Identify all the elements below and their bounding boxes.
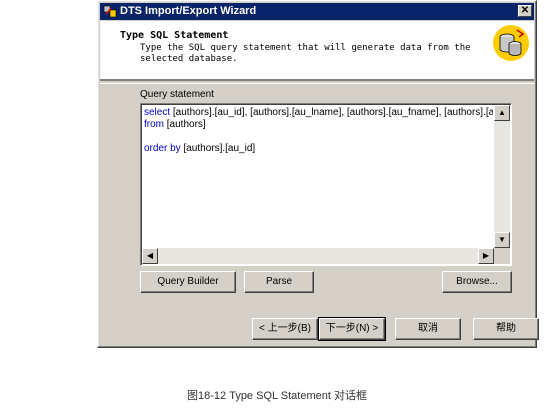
browse-button[interactable]: Browse... xyxy=(442,271,512,293)
page-description: Type the SQL query statement that will g… xyxy=(140,43,480,65)
sql-text-segment: [authors].[au_id], [authors].[au_lname],… xyxy=(170,107,493,118)
sql-keyword: from xyxy=(144,119,164,130)
sql-text[interactable]: select [authors].[au_id], [authors].[au_… xyxy=(144,107,493,247)
page-title: Type SQL Statement xyxy=(120,30,229,41)
horizontal-scrollbar[interactable]: ◀ ▶ xyxy=(142,248,494,264)
dts-wizard-icon xyxy=(103,5,117,18)
wizard-header: Type SQL Statement Type the SQL query st… xyxy=(100,21,534,80)
sql-text-segment: [authors] xyxy=(164,119,206,130)
description-line-1: Type the SQL query statement that will g… xyxy=(140,43,471,53)
title-bar[interactable]: DTS Import/Export Wizard ✕ xyxy=(100,3,534,20)
help-button[interactable]: 帮助 xyxy=(473,318,539,340)
back-button[interactable]: < 上一步(B) xyxy=(252,318,318,340)
sql-query-textarea[interactable]: select [authors].[au_id], [authors].[au_… xyxy=(140,103,512,266)
query-builder-button[interactable]: Query Builder xyxy=(140,271,236,293)
sql-line: select [authors].[au_id], [authors].[au_… xyxy=(144,107,493,119)
scroll-down-icon[interactable]: ▼ xyxy=(494,232,510,248)
sql-text-segment: [authors].[au_id] xyxy=(180,143,256,154)
sql-line: order by [authors].[au_id] xyxy=(144,143,493,155)
window-title: DTS Import/Export Wizard xyxy=(120,5,257,17)
vertical-scrollbar[interactable]: ▲ ▼ xyxy=(494,105,510,248)
close-button[interactable]: ✕ xyxy=(518,5,532,17)
sql-keyword: order by xyxy=(144,143,181,154)
sql-keyword: select xyxy=(144,107,171,118)
query-statement-label: Query statement xyxy=(140,89,214,100)
sql-line: from [authors] xyxy=(144,119,493,131)
scroll-up-icon[interactable]: ▲ xyxy=(494,105,510,121)
description-line-2: selected database. xyxy=(140,54,238,64)
cancel-button[interactable]: 取消 xyxy=(395,318,461,340)
figure-caption: 图18-12 Type SQL Statement 对话框 xyxy=(187,390,367,402)
scroll-left-icon[interactable]: ◀ xyxy=(142,248,158,264)
database-icon xyxy=(493,25,529,61)
next-button[interactable]: 下一步(N) > xyxy=(318,317,386,341)
wizard-window: DTS Import/Export Wizard ✕ Type SQL Stat… xyxy=(97,0,539,348)
scroll-right-icon[interactable]: ▶ xyxy=(478,248,494,264)
scrollbar-corner xyxy=(494,248,510,264)
parse-button[interactable]: Parse xyxy=(244,271,314,293)
sql-line xyxy=(144,131,493,143)
header-divider xyxy=(100,80,534,84)
